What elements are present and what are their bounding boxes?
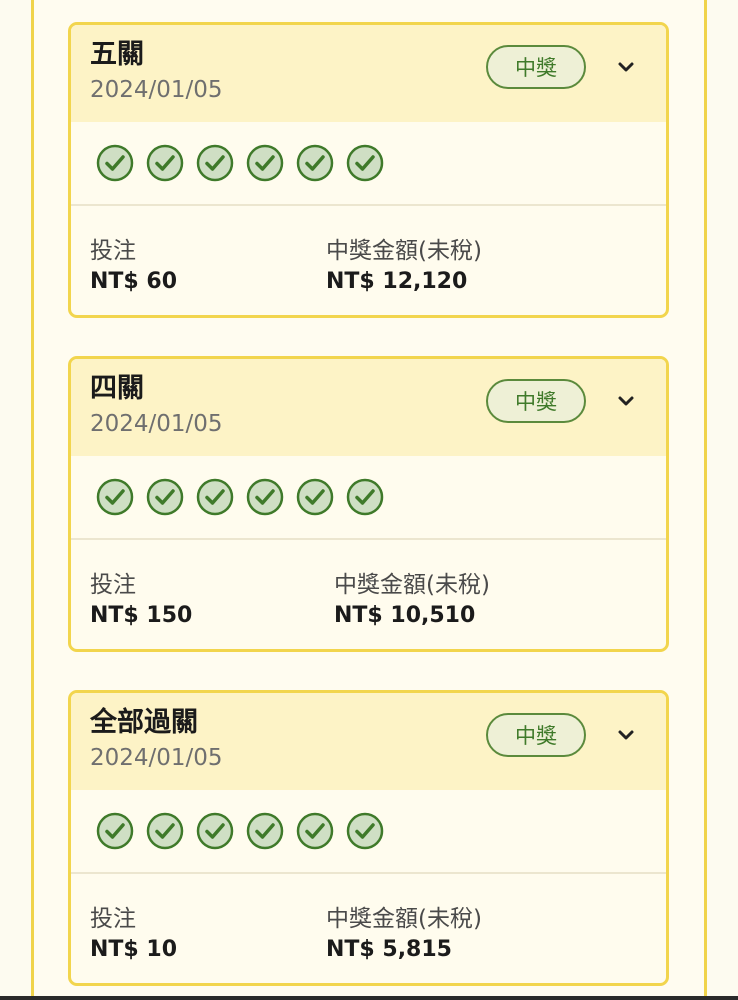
bet-label: 投注	[90, 906, 136, 932]
check-circle-icon	[96, 812, 134, 850]
bet-type-title: 五關	[90, 39, 144, 70]
status-badge: 中獎	[486, 45, 586, 89]
check-circle-icon	[196, 144, 234, 182]
bet-type-title: 全部過關	[90, 707, 198, 738]
bet-card[interactable]: 全部過關 2024/01/05 中獎 投注 NT$ 10 中獎金額(未稅) NT…	[68, 690, 669, 986]
amounts-section: 投注 NT$ 150 中獎金額(未稅) NT$ 10,510	[71, 540, 666, 647]
check-circle-icon	[296, 478, 334, 516]
leg-results-row	[71, 790, 666, 874]
bet-amount: NT$ 60	[90, 269, 178, 294]
check-circle-icon	[346, 812, 384, 850]
chevron-down-icon[interactable]	[615, 58, 637, 76]
prize-amount: NT$ 5,815	[326, 937, 452, 962]
amounts-section: 投注 NT$ 60 中獎金額(未稅) NT$ 12,120	[71, 206, 666, 313]
bet-date: 2024/01/05	[90, 411, 223, 437]
check-circle-icon	[296, 812, 334, 850]
check-circle-icon	[246, 144, 284, 182]
check-circle-icon	[146, 812, 184, 850]
leg-results-row	[71, 456, 666, 540]
check-circle-icon	[146, 144, 184, 182]
check-circle-icon	[96, 478, 134, 516]
card-header[interactable]: 全部過關 2024/01/05 中獎	[71, 693, 666, 790]
bet-card[interactable]: 五關 2024/01/05 中獎 投注 NT$ 60 中獎金額(未稅) NT$ …	[68, 22, 669, 318]
check-circle-icon	[246, 478, 284, 516]
prize-label: 中獎金額(未稅)	[334, 572, 490, 598]
status-badge: 中獎	[486, 379, 586, 423]
chevron-down-icon[interactable]	[615, 392, 637, 410]
check-circle-icon	[296, 144, 334, 182]
prize-amount: NT$ 12,120	[326, 269, 468, 294]
chevron-down-icon[interactable]	[615, 726, 637, 744]
bet-date: 2024/01/05	[90, 745, 223, 771]
amounts-section: 投注 NT$ 10 中獎金額(未稅) NT$ 5,815	[71, 874, 666, 981]
bet-type-title: 四關	[90, 373, 144, 404]
prize-amount: NT$ 10,510	[334, 603, 476, 628]
bet-card[interactable]: 四關 2024/01/05 中獎 投注 NT$ 150 中獎金額(未稅) NT$…	[68, 356, 669, 652]
bet-amount: NT$ 10	[90, 937, 178, 962]
bet-date: 2024/01/05	[90, 77, 223, 103]
check-circle-icon	[346, 144, 384, 182]
check-circle-icon	[96, 144, 134, 182]
check-circle-icon	[346, 478, 384, 516]
card-header[interactable]: 四關 2024/01/05 中獎	[71, 359, 666, 456]
bottom-edge	[0, 996, 738, 1000]
status-badge: 中獎	[486, 713, 586, 757]
check-circle-icon	[146, 478, 184, 516]
check-circle-icon	[196, 478, 234, 516]
prize-label: 中獎金額(未稅)	[326, 906, 482, 932]
check-circle-icon	[246, 812, 284, 850]
bet-label: 投注	[90, 238, 136, 264]
card-header[interactable]: 五關 2024/01/05 中獎	[71, 25, 666, 122]
leg-results-row	[71, 122, 666, 206]
bet-label: 投注	[90, 572, 136, 598]
check-circle-icon	[196, 812, 234, 850]
bet-amount: NT$ 150	[90, 603, 193, 628]
prize-label: 中獎金額(未稅)	[326, 238, 482, 264]
